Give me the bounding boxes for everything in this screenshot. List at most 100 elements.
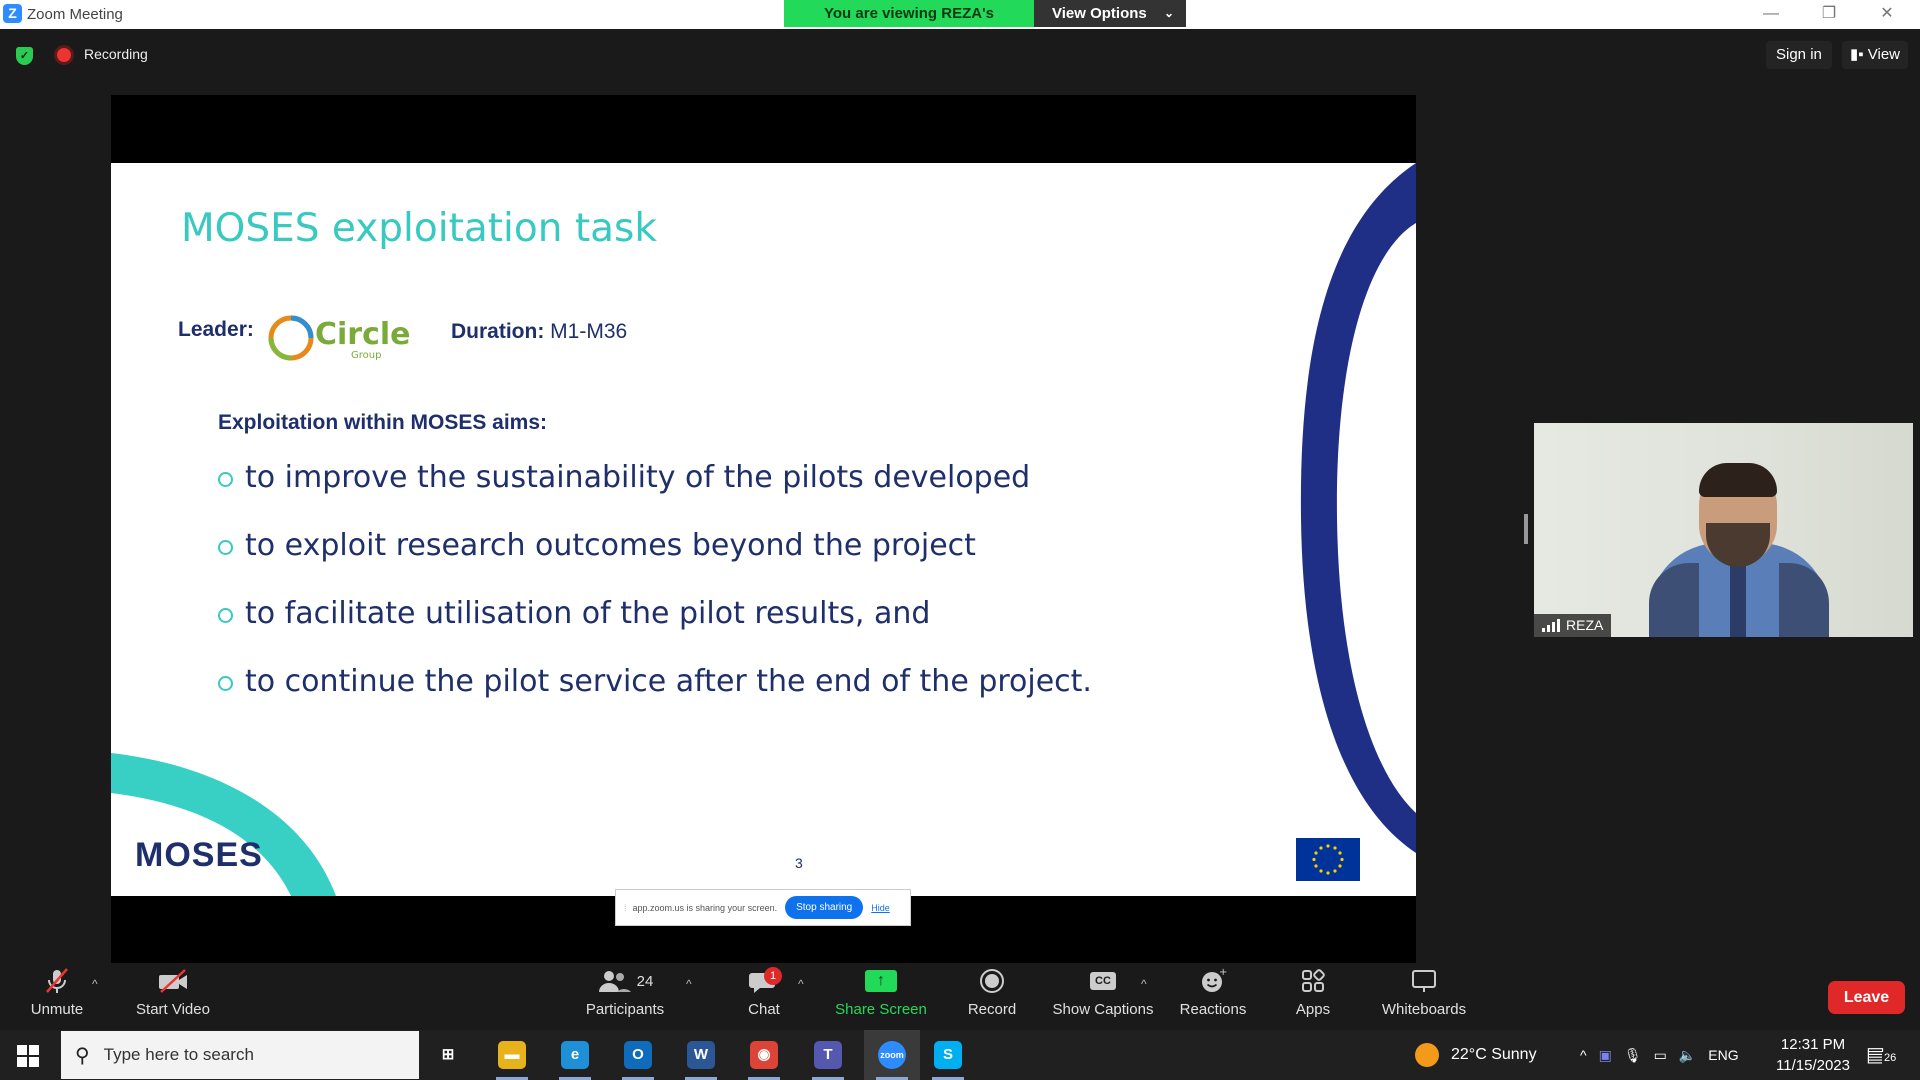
language-indicator[interactable]: ENG — [1708, 1047, 1738, 1063]
viewing-banner: You are viewing REZA's screen View Optio… — [784, 0, 1186, 49]
clock-date: 11/15/2023 — [1776, 1057, 1850, 1074]
reactions-icon: + — [1175, 963, 1251, 999]
participant-video-tile[interactable]: REZA — [1534, 423, 1913, 637]
reactions-button[interactable]: + Reactions — [1175, 963, 1251, 1030]
bullet-circle-icon — [218, 676, 233, 691]
muted-mic-icon — [22, 963, 92, 999]
view-layout-icon: ▮▪ — [1850, 46, 1864, 63]
word-icon: W — [687, 1041, 715, 1069]
task-view-icon: ⊞ — [434, 1041, 462, 1069]
sign-in-button[interactable]: Sign in — [1766, 41, 1832, 69]
clock-time: 12:31 PM — [1780, 1036, 1846, 1053]
viewing-screen-label: You are viewing REZA's screen — [784, 0, 1034, 49]
video-person-tie — [1730, 561, 1746, 637]
drag-handle-icon[interactable]: ⁞ — [624, 903, 627, 913]
share-screen-button[interactable]: ↑ Share Screen — [832, 963, 930, 1030]
recording-icon — [57, 48, 71, 62]
duration-label: Duration: — [451, 320, 545, 343]
svg-text:+: + — [1219, 967, 1227, 978]
slide-page-number: 3 — [795, 855, 803, 871]
leader-label: Leader: — [178, 318, 254, 341]
apps-button[interactable]: Apps — [1289, 963, 1337, 1030]
participants-button[interactable]: 24 Participants — [580, 963, 670, 1030]
participant-name: REZA — [1566, 617, 1604, 633]
moses-logo: MOSES — [135, 836, 263, 874]
taskbar-app-word[interactable]: W — [673, 1030, 729, 1080]
eu-flag-icon — [1296, 838, 1360, 881]
signal-strength-icon — [1542, 619, 1560, 632]
outlook-icon: O — [624, 1041, 652, 1069]
record-label: Record — [967, 1001, 1017, 1018]
teams-tray-icon[interactable]: ▣ — [1599, 1047, 1612, 1064]
unmute-label: Unmute — [30, 1001, 84, 1018]
chat-badge: 1 — [764, 967, 782, 985]
participants-caret-icon[interactable]: ^ — [686, 977, 692, 991]
show-captions-button[interactable]: CC Show Captions — [1050, 963, 1156, 1030]
captions-caret-icon[interactable]: ^ — [1141, 977, 1147, 991]
panel-splitter-handle[interactable] — [1524, 514, 1528, 544]
chat-label: Chat — [748, 1001, 780, 1018]
stop-sharing-button[interactable]: Stop sharing — [785, 896, 864, 919]
sharing-notice: ⁞ app.zoom.us is sharing your screen. St… — [615, 889, 911, 926]
microphone-tray-icon[interactable]: 🎙 — [1624, 1047, 1642, 1064]
start-video-button[interactable]: Start Video — [130, 963, 216, 1030]
recording-label: Recording — [84, 46, 148, 62]
security-shield-icon[interactable]: ✓ — [16, 47, 33, 65]
taskbar-app-chrome[interactable]: ◉ — [736, 1030, 792, 1080]
view-button[interactable]: ▮▪ View — [1842, 41, 1908, 69]
title-bar: Z Zoom Meeting You are viewing REZA's sc… — [0, 0, 1920, 49]
record-icon — [962, 963, 1022, 999]
audio-options-caret-icon[interactable]: ^ — [92, 977, 98, 991]
duration-value: M1-M36 — [550, 320, 628, 343]
participants-icon: 24 — [580, 963, 670, 999]
view-options-button[interactable]: View Options ⌄ — [1034, 0, 1186, 27]
video-person-hair — [1699, 463, 1777, 497]
whiteboards-label: Whiteboards — [1381, 1001, 1467, 1018]
circle-group-logo: Circle Group — [268, 315, 411, 361]
zoom-logo-icon: Z — [3, 4, 22, 23]
shared-screen[interactable]: MOSES exploitation task Leader: Circle G… — [111, 95, 1416, 963]
circle-logo-sub: Group — [351, 350, 381, 361]
record-button[interactable]: Record — [962, 963, 1022, 1030]
close-button[interactable]: ✕ — [1858, 0, 1916, 29]
captions-icon-text: CC — [1090, 972, 1116, 990]
network-icon[interactable]: ▭ — [1654, 1047, 1667, 1064]
participant-name-bar: REZA — [1534, 614, 1612, 637]
taskbar-app-skype[interactable]: S — [920, 1030, 976, 1080]
volume-icon[interactable]: 🔈 — [1679, 1047, 1696, 1064]
weather-widget[interactable]: 22°C Sunny — [1415, 1030, 1537, 1080]
taskbar-app-outlook[interactable]: O — [610, 1030, 666, 1080]
bullet-text: to exploit research outcomes beyond the … — [245, 528, 976, 563]
tray-expand-icon[interactable]: ^ — [1580, 1047, 1587, 1063]
whiteboards-button[interactable]: Whiteboards — [1378, 963, 1470, 1030]
chat-caret-icon[interactable]: ^ — [798, 977, 804, 991]
restore-button[interactable]: ❐ — [1800, 0, 1858, 29]
share-screen-icon: ↑ — [832, 963, 930, 999]
system-tray: ^ ▣ 🎙 ▭ 🔈 ENG — [1580, 1030, 1739, 1080]
bullet-item: to continue the pilot service after the … — [218, 664, 1092, 699]
taskbar-app-teams[interactable]: T — [800, 1030, 856, 1080]
taskbar-app-edge[interactable]: e — [547, 1030, 603, 1080]
participant-count: 24 — [636, 972, 654, 990]
windows-start-icon[interactable] — [17, 1045, 39, 1067]
notification-count: 26 — [1882, 1052, 1899, 1064]
hide-link[interactable]: Hide — [871, 903, 890, 913]
whiteboard-icon — [1378, 963, 1470, 999]
taskbar-app-zoom[interactable]: zoom — [864, 1030, 920, 1080]
taskbar-search-input[interactable]: ⚲ Type here to search — [61, 1031, 419, 1079]
taskbar-app-file-explorer[interactable]: ▬ — [484, 1030, 540, 1080]
minimize-button[interactable]: — — [1742, 0, 1800, 29]
chat-button[interactable]: 1 Chat — [740, 963, 788, 1030]
sun-icon — [1415, 1043, 1439, 1067]
unmute-button[interactable]: Unmute — [22, 963, 92, 1030]
taskbar-clock[interactable]: 12:31 PM 11/15/2023 — [1770, 1034, 1856, 1076]
notifications-icon[interactable]: ▤ 26 — [1866, 1042, 1899, 1068]
chrome-icon: ◉ — [750, 1041, 778, 1069]
taskbar-app-task-view[interactable]: ⊞ — [420, 1030, 476, 1080]
file-explorer-icon: ▬ — [498, 1041, 526, 1069]
leave-button[interactable]: Leave — [1828, 981, 1905, 1014]
bullet-circle-icon — [218, 472, 233, 487]
video-off-icon — [130, 963, 216, 999]
bullet-item: to exploit research outcomes beyond the … — [218, 528, 976, 563]
meeting-toolbar: Unmute ^ Start Video 24 Participants ^ 1… — [0, 963, 1920, 1030]
